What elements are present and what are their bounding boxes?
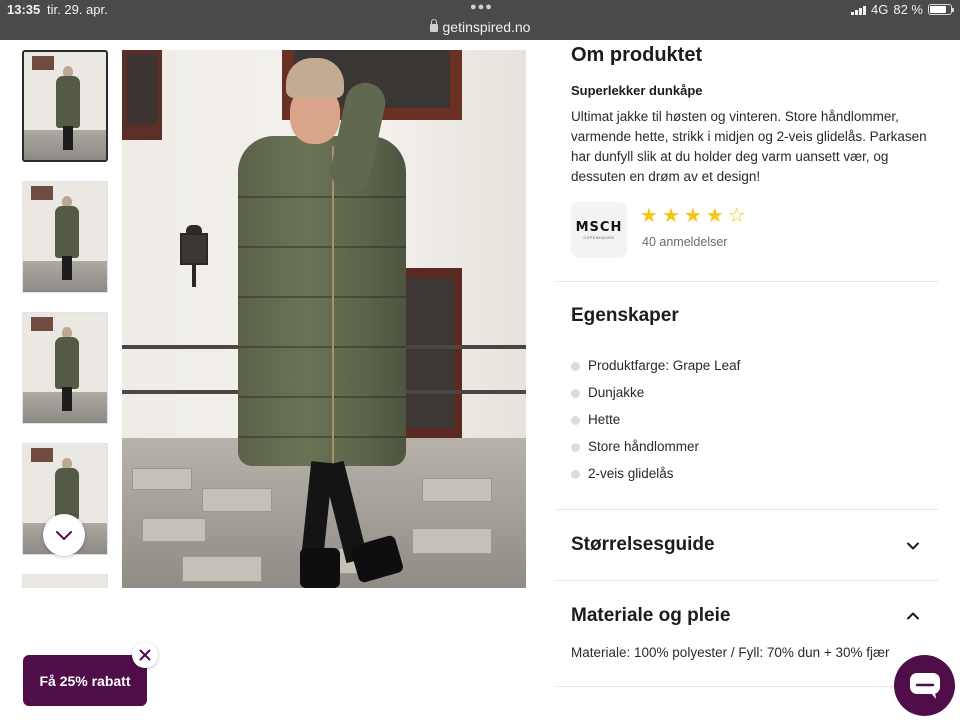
promo-close-button[interactable]	[132, 642, 158, 668]
product-subtitle: Superlekker dunkåpe	[571, 83, 703, 98]
thumbnail-3[interactable]	[22, 312, 108, 424]
model-figure	[230, 58, 410, 588]
property-text: Hette	[588, 412, 621, 427]
address-url: getinspired.no	[442, 19, 531, 35]
promo-label: Få 25% rabatt	[39, 672, 131, 689]
browser-more-dots-icon[interactable]: ●●●	[470, 1, 493, 13]
status-indicators: 4G 82 %	[851, 2, 954, 17]
property-item: Hette	[571, 412, 740, 439]
about-product-heading: Om produktet	[571, 44, 703, 66]
rating-stars[interactable]: ★ ★ ★ ★ ☆	[640, 206, 746, 226]
property-item: Dunjakke	[571, 385, 740, 412]
product-description: Ultimat jakke til høsten og vinteren. St…	[571, 109, 927, 184]
chevron-up-icon	[907, 612, 919, 620]
brand-logo[interactable]: MSCH COPENHAGEN	[571, 202, 627, 258]
property-text: Produktfarge: Grape Leaf	[588, 358, 741, 373]
size-guide-heading: Størrelsesguide	[571, 534, 715, 555]
bullet-icon	[571, 443, 580, 452]
material-text: Materiale: 100% polyester / Fyll: 70% du…	[571, 645, 890, 660]
close-icon	[139, 649, 151, 661]
thumbnail-2[interactable]	[22, 181, 108, 293]
thumbnail-strip	[22, 50, 108, 588]
material-care-heading: Materiale og pleie	[571, 605, 731, 626]
properties-list: Produktfarge: Grape Leaf Dunjakke Hette …	[571, 358, 740, 493]
bullet-icon	[571, 416, 580, 425]
property-text: Dunjakke	[588, 385, 645, 400]
address-bar[interactable]: getinspired.no	[0, 19, 960, 35]
status-time: 13:35	[7, 2, 41, 17]
star-filled-icon: ★	[705, 205, 724, 227]
property-text: Store håndlommer	[588, 439, 700, 454]
star-filled-icon: ★	[661, 205, 680, 227]
battery-icon	[928, 4, 954, 15]
battery-percent: 82 %	[893, 2, 923, 17]
thumbnail-scroll-down-button[interactable]	[43, 514, 85, 556]
wall-lamp	[174, 225, 214, 287]
chat-bubble-icon	[909, 672, 940, 699]
status-date: tir. 29. apr.	[47, 2, 108, 17]
property-item: Produktfarge: Grape Leaf	[571, 358, 740, 385]
bullet-icon	[571, 362, 580, 371]
star-filled-icon: ★	[683, 205, 702, 227]
properties-heading: Egenskaper	[571, 305, 679, 326]
chat-button[interactable]	[894, 655, 955, 716]
star-filled-icon: ★	[640, 205, 658, 227]
bullet-icon	[571, 389, 580, 398]
material-care-accordion[interactable]: Materiale og pleie	[556, 581, 938, 631]
star-empty-icon: ☆	[727, 205, 746, 227]
size-guide-accordion[interactable]: Størrelsesguide	[556, 510, 938, 580]
thumbnail-1[interactable]	[22, 50, 108, 162]
property-item: Store håndlommer	[571, 439, 740, 466]
chevron-down-icon	[907, 542, 919, 550]
divider	[556, 281, 938, 282]
property-item: 2-veis glidelås	[571, 466, 740, 493]
property-text: 2-veis glidelås	[588, 466, 674, 481]
status-bar: 13:35 tir. 29. apr. ●●● getinspired.no 4…	[0, 0, 960, 40]
chevron-down-icon	[56, 531, 72, 540]
divider	[556, 686, 938, 687]
reviews-count[interactable]: 40 anmeldelser	[642, 235, 727, 249]
brand-logo-sub: COPENHAGEN	[583, 236, 615, 240]
brand-logo-mark: MSCH	[575, 220, 623, 235]
lock-icon	[429, 19, 438, 32]
thumbnail-5[interactable]	[22, 574, 108, 588]
signal-icon	[851, 5, 867, 15]
discount-promo-button[interactable]: Få 25% rabatt	[23, 655, 147, 706]
main-product-image[interactable]	[122, 50, 526, 588]
bullet-icon	[571, 470, 580, 479]
network-label: 4G	[871, 2, 889, 17]
